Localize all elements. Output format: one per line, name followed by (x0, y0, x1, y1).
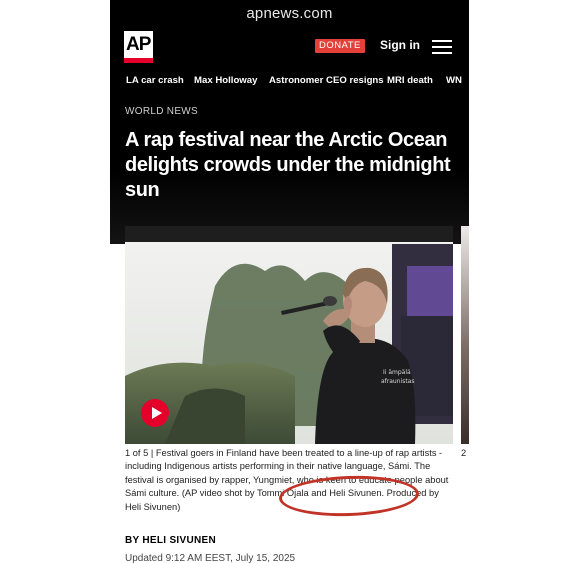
play-button-icon[interactable] (141, 399, 169, 427)
shirt-print-text: afraunistas (381, 378, 415, 385)
caption-counter: 1 of 5 | (125, 448, 154, 458)
trending-item[interactable]: LA car crash (126, 75, 184, 86)
trending-nav: LA car crash Max Holloway Astronomer CEO… (110, 68, 469, 96)
article-byline[interactable]: BY HELI SIVUNEN (125, 535, 216, 546)
article-hero: WORLD NEWS A rap festival near the Arcti… (110, 96, 469, 244)
video-player[interactable]: Ii ämpälä afraunistas (125, 226, 453, 444)
next-slide-peek[interactable] (461, 226, 469, 444)
donate-button[interactable]: DONATE (315, 39, 365, 53)
article-headline: A rap festival near the Arctic Ocean del… (125, 129, 451, 201)
ap-logo-bar (124, 58, 153, 63)
trending-item[interactable]: Max Holloway (194, 75, 257, 86)
trending-item[interactable]: MRI death (387, 75, 433, 86)
article-timestamp: Updated 9:12 AM EEST, July 15, 2025 (125, 553, 296, 563)
url-text: apnews.com (246, 5, 333, 22)
caption-credit: Tommi Ojala and Heli Sivunen. (256, 488, 385, 499)
right-margin (469, 0, 563, 563)
menu-line (432, 40, 452, 42)
signin-link[interactable]: Sign in (380, 38, 420, 52)
section-label[interactable]: WORLD NEWS (125, 106, 198, 117)
menu-line (432, 52, 452, 54)
phone-screen: apnews.com AP DONATE Sign in LA car cras… (110, 0, 469, 563)
browser-url-bar[interactable]: apnews.com (110, 0, 469, 28)
menu-line (432, 46, 452, 48)
ap-logo[interactable]: AP (124, 31, 153, 63)
next-caption-peek: 2 of 5 | vi (461, 448, 469, 458)
trending-item[interactable]: WN (446, 75, 462, 86)
trending-item[interactable]: Astronomer CEO resigns (269, 75, 384, 86)
ap-logo-text: AP (126, 34, 151, 55)
left-margin (0, 0, 110, 563)
media-caption: 1 of 5 | Festival goers in Finland have … (125, 447, 452, 514)
video-thumbnail: Ii ämpälä afraunistas (125, 226, 453, 444)
shirt-print-text: Ii ämpälä (383, 369, 411, 376)
hamburger-menu-icon[interactable] (432, 40, 452, 54)
site-header: AP DONATE Sign in (110, 28, 469, 68)
